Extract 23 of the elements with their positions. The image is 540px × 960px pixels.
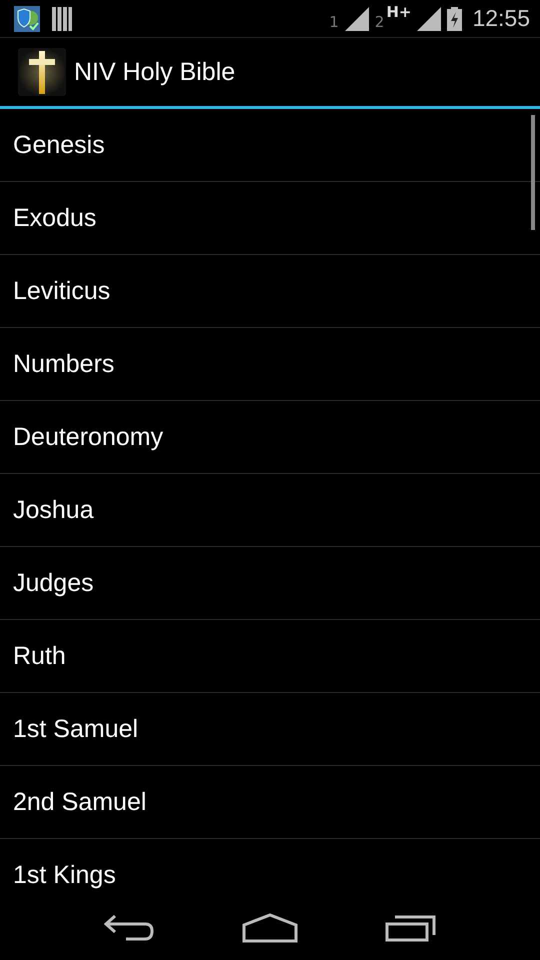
- book-list-item[interactable]: Deuteronomy: [0, 401, 540, 474]
- book-list-item[interactable]: Numbers: [0, 328, 540, 401]
- network-type: H+: [386, 3, 412, 21]
- clock-time: 12:55: [472, 5, 530, 32]
- battery-charging-icon: [447, 6, 462, 30]
- book-list-item[interactable]: 1st Kings: [0, 839, 540, 900]
- signal-icon: [417, 6, 442, 30]
- sim-label: 1: [329, 13, 339, 31]
- recent-apps-icon[interactable]: [384, 914, 437, 942]
- signal-icon: [344, 6, 369, 30]
- app-title: NIV Holy Bible: [74, 58, 236, 86]
- book-list-item[interactable]: Joshua: [0, 474, 540, 547]
- book-list-item[interactable]: Judges: [0, 547, 540, 620]
- security-app-icon: [14, 6, 40, 32]
- book-list-item[interactable]: 1st Samuel: [0, 693, 540, 766]
- book-list-item[interactable]: 2nd Samuel: [0, 766, 540, 839]
- book-list-item[interactable]: Ruth: [0, 620, 540, 693]
- barcode-icon: [52, 6, 72, 30]
- book-list-item[interactable]: Leviticus: [0, 255, 540, 328]
- back-icon[interactable]: [103, 914, 156, 942]
- cross-icon[interactable]: [18, 48, 66, 96]
- sim-label: 2: [374, 13, 384, 31]
- home-icon[interactable]: [242, 913, 298, 943]
